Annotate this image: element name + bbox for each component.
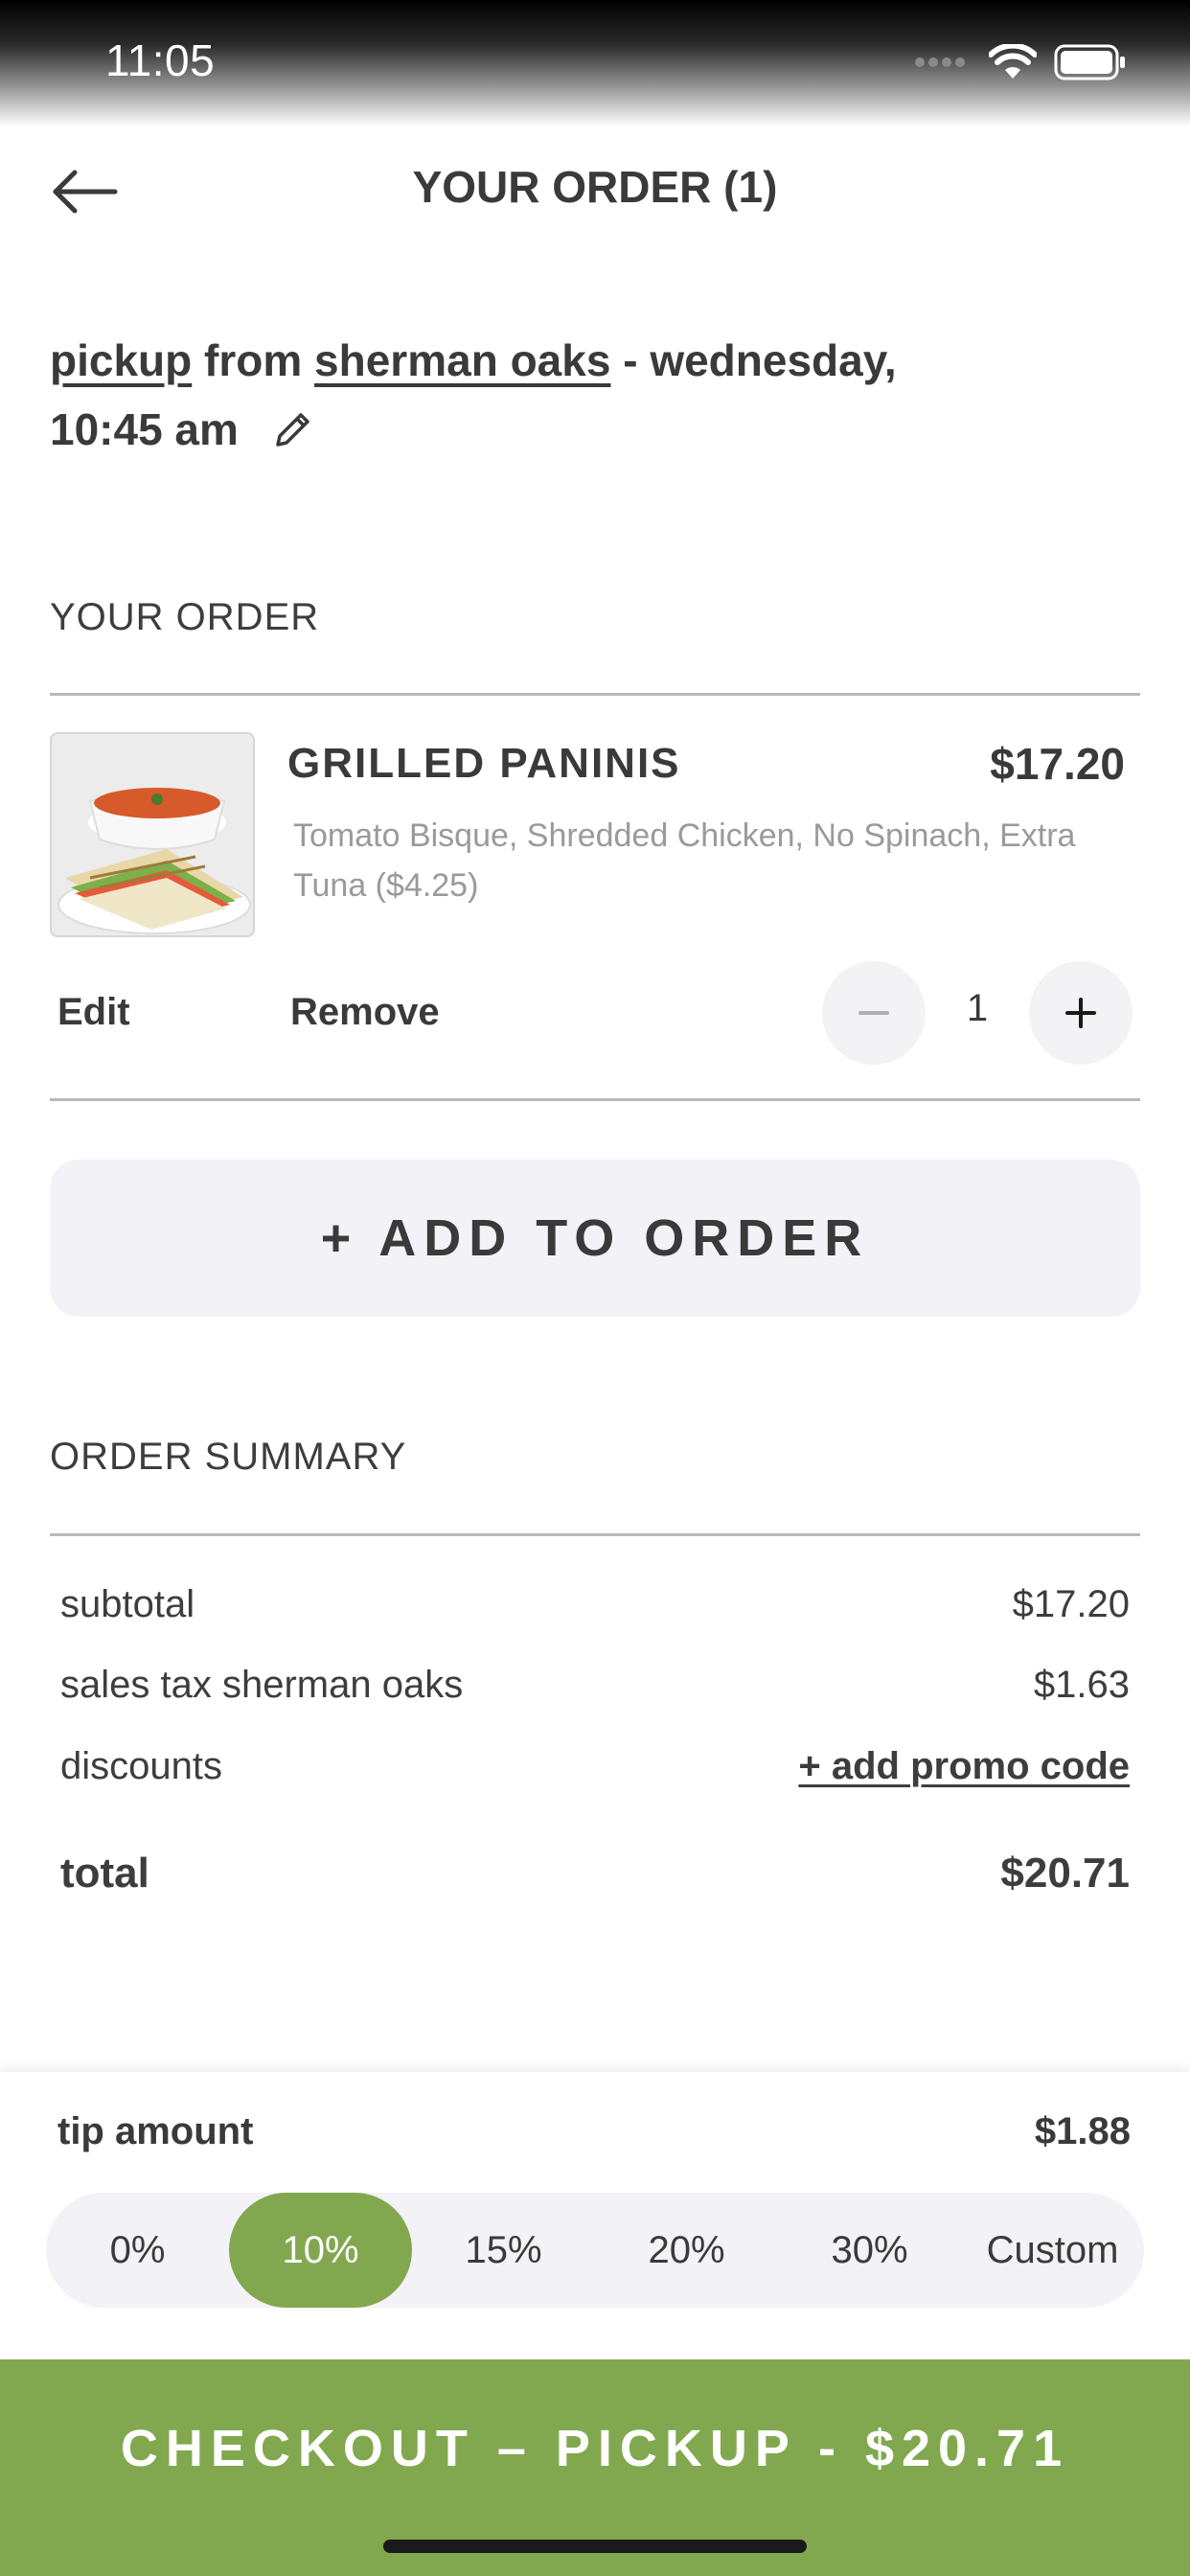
discounts-row: discounts + add promo code xyxy=(60,1745,1130,1788)
pickup-info: pickup from sherman oaks - wednesday, 10… xyxy=(50,326,1104,464)
plus-icon xyxy=(1065,998,1096,1028)
tax-row: sales tax sherman oaks $1.63 xyxy=(60,1664,1130,1707)
quantity-value: 1 xyxy=(966,987,989,1029)
total-label: total xyxy=(60,1850,149,1897)
pickup-location-link[interactable]: sherman oaks xyxy=(314,335,610,385)
home-indicator xyxy=(383,2540,807,2553)
discounts-label: discounts xyxy=(60,1745,222,1787)
tip-option-15[interactable]: 15% xyxy=(412,2193,595,2308)
pickup-mode-link[interactable]: pickup xyxy=(50,335,192,385)
page-title: YOUR ORDER (1) xyxy=(412,162,778,212)
add-to-order-button[interactable]: + ADD TO ORDER xyxy=(50,1160,1140,1317)
pickup-day-text: - wednesday, xyxy=(623,335,897,385)
item-name[interactable]: GRILLED PANINIS xyxy=(287,740,681,788)
subtotal-label: subtotal xyxy=(60,1583,195,1625)
tip-option-20[interactable]: 20% xyxy=(595,2193,778,2308)
battery-icon xyxy=(1054,44,1125,80)
signal-icon xyxy=(915,58,965,67)
order-summary-heading: ORDER SUMMARY xyxy=(50,1436,407,1478)
item-image xyxy=(50,732,255,937)
item-price: $17.20 xyxy=(990,739,1125,789)
status-bar: 11:05 xyxy=(0,0,1190,126)
divider xyxy=(50,1098,1140,1101)
subtotal-value: $17.20 xyxy=(1012,1583,1130,1625)
wifi-icon xyxy=(989,44,1037,79)
tip-option-30[interactable]: 30% xyxy=(778,2193,961,2308)
edit-button[interactable]: Edit xyxy=(57,991,130,1034)
pickup-from-text: from xyxy=(204,335,303,385)
tip-label: tip amount xyxy=(57,2110,254,2152)
tip-option-10[interactable]: 10% xyxy=(229,2193,412,2308)
tax-value: $1.63 xyxy=(1033,1664,1130,1706)
minus-icon xyxy=(858,1011,889,1015)
total-value: $20.71 xyxy=(1000,1850,1130,1897)
status-icons xyxy=(914,44,1127,80)
your-order-heading: YOUR ORDER xyxy=(50,596,320,638)
item-modifiers: Tomato Bisque, Shredded Chicken, No Spin… xyxy=(293,817,1076,904)
divider xyxy=(50,693,1140,696)
tip-panel: tip amount $1.88 0% 10% 15% 20% 30% Cust… xyxy=(0,2072,1190,2359)
panini-image xyxy=(52,734,253,935)
status-time: 11:05 xyxy=(105,35,216,85)
pickup-time-text: 10:45 am xyxy=(50,404,239,454)
tax-label: sales tax sherman oaks xyxy=(60,1664,464,1706)
tip-options: 0% 10% 15% 20% 30% Custom xyxy=(46,2193,1144,2308)
pencil-icon[interactable] xyxy=(270,406,316,452)
tip-option-custom[interactable]: Custom xyxy=(961,2193,1144,2308)
decrease-quantity-button[interactable] xyxy=(822,961,926,1065)
header: YOUR ORDER (1) xyxy=(0,144,1190,240)
tip-amount: $1.88 xyxy=(1034,2110,1131,2152)
divider xyxy=(50,1533,1140,1536)
subtotal-row: subtotal $17.20 xyxy=(60,1583,1130,1626)
increase-quantity-button[interactable] xyxy=(1029,961,1133,1065)
remove-button[interactable]: Remove xyxy=(290,991,440,1034)
add-promo-code-link[interactable]: + add promo code xyxy=(798,1745,1130,1788)
total-row: total $20.71 xyxy=(60,1850,1130,1898)
tip-option-0[interactable]: 0% xyxy=(46,2193,229,2308)
